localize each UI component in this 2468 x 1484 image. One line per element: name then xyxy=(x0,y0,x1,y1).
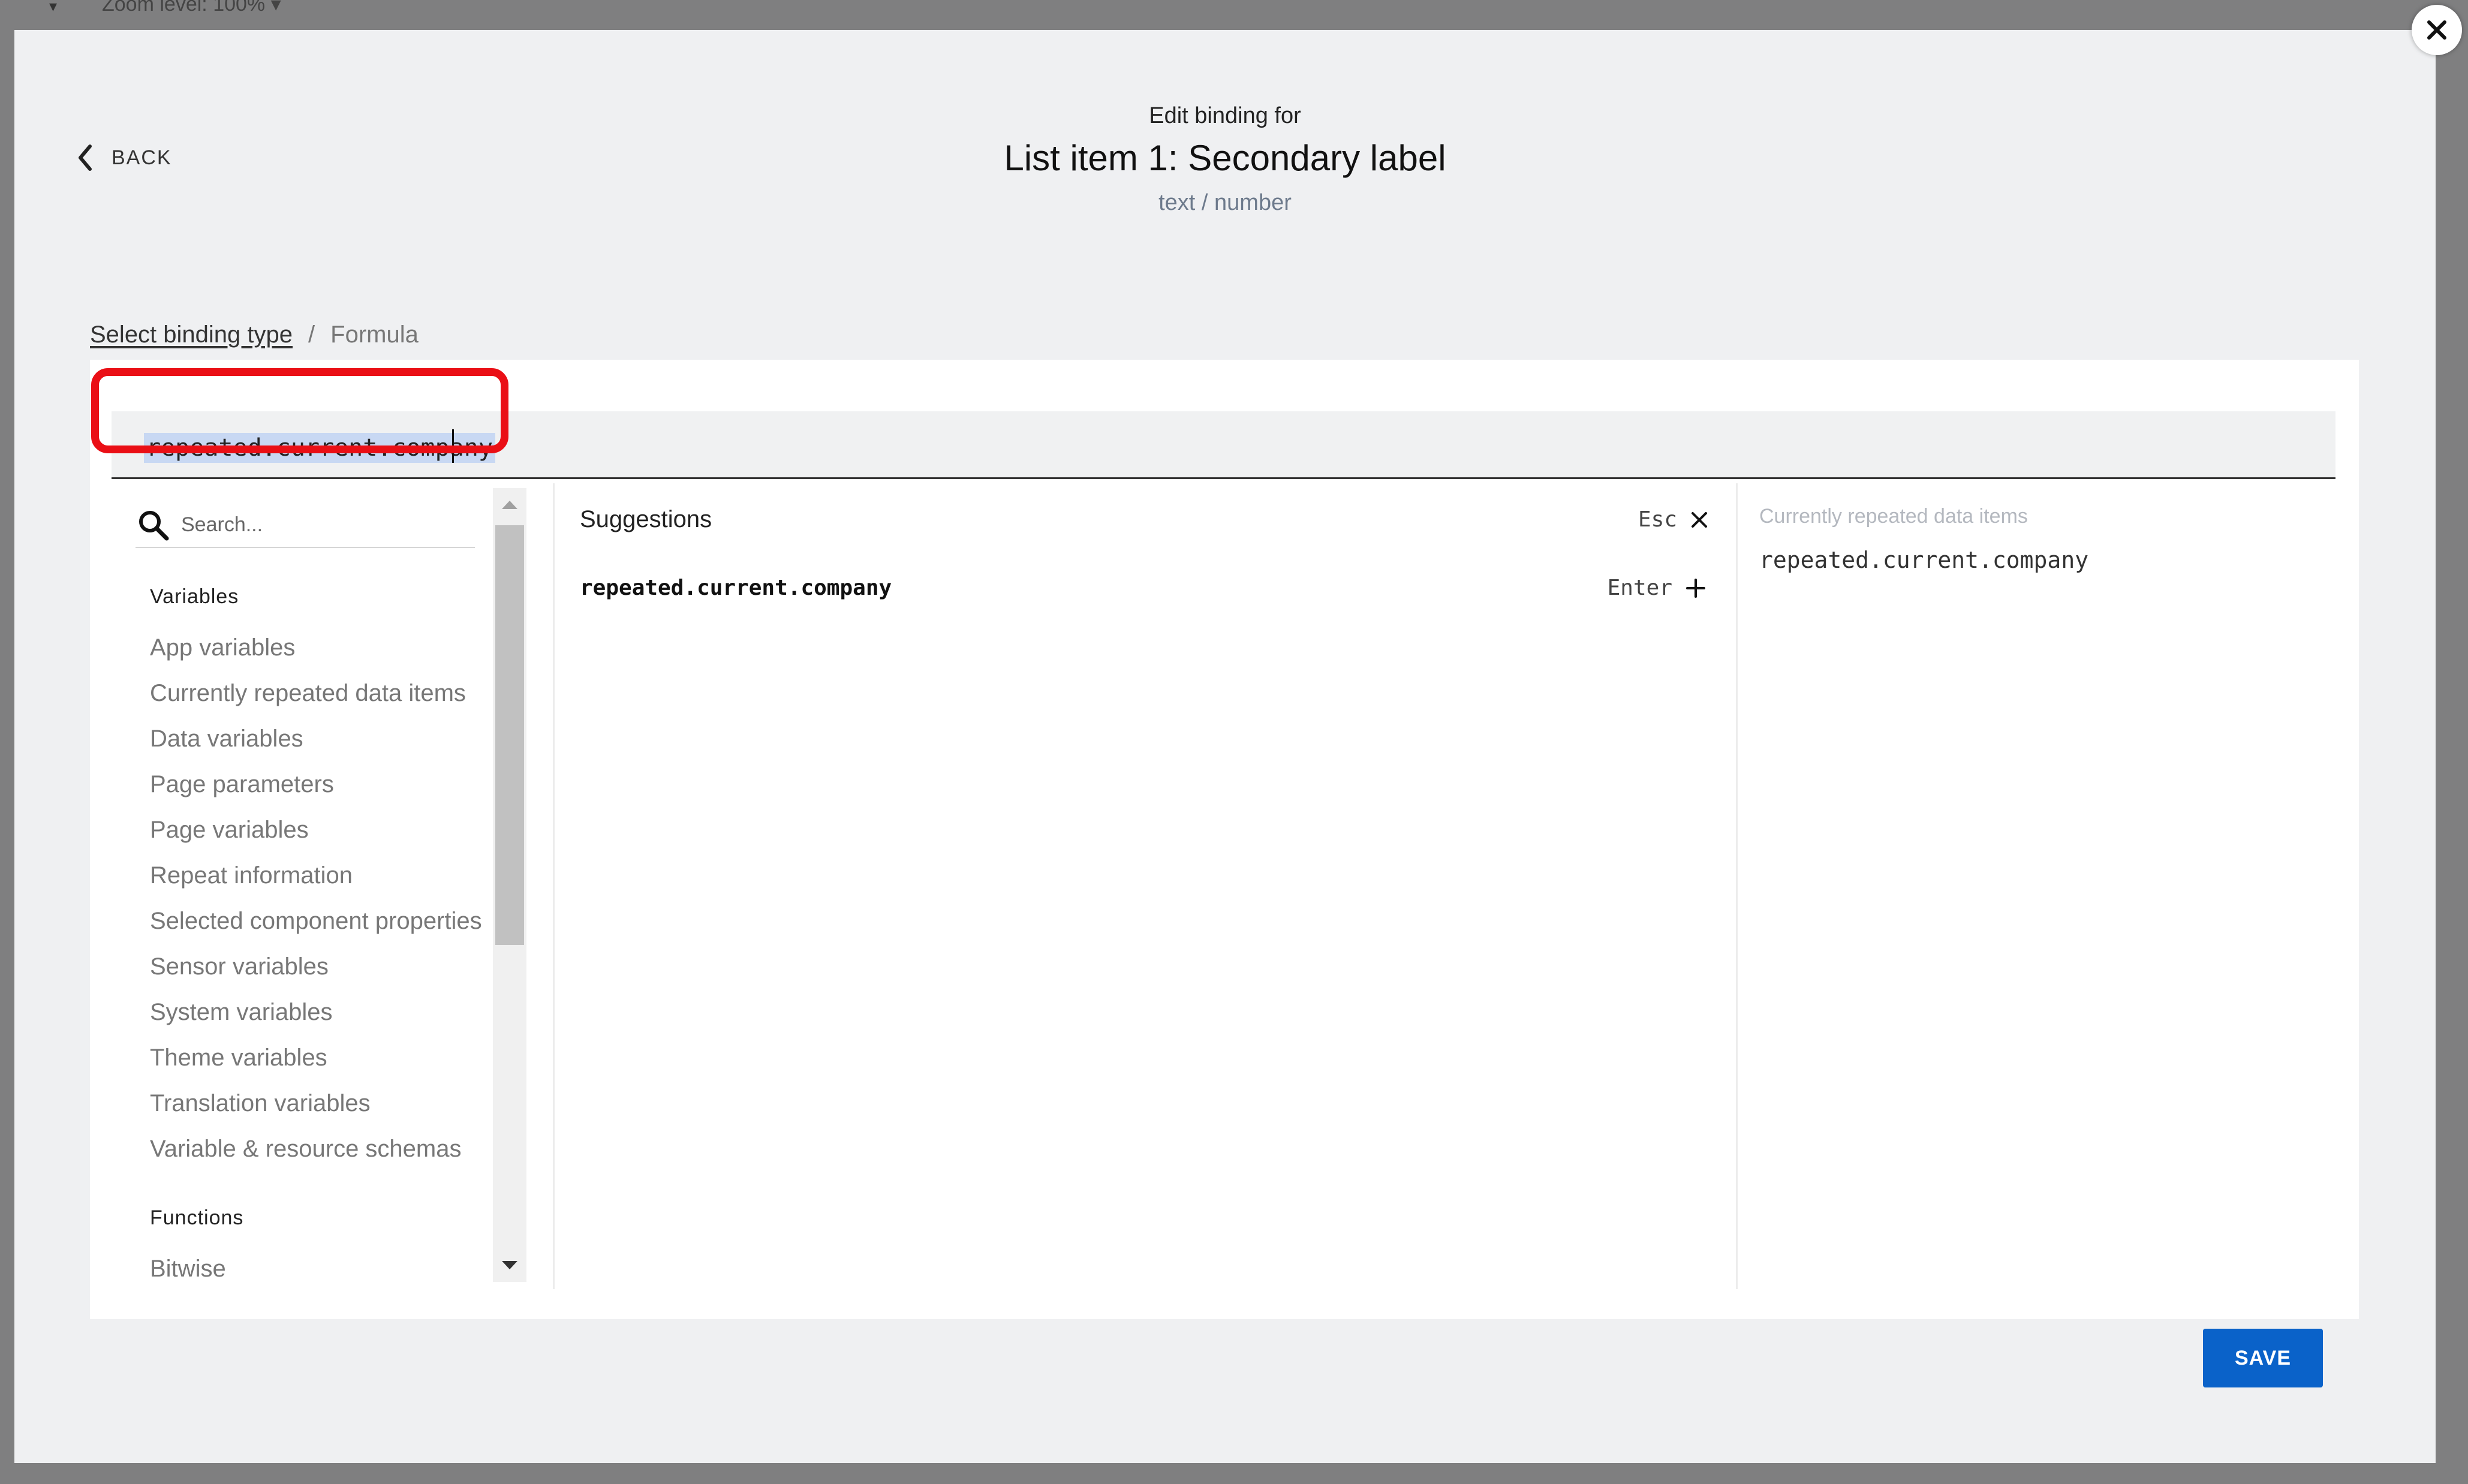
category-scrollbar[interactable] xyxy=(493,488,526,1282)
zoom-label: Zoom level: xyxy=(102,0,207,16)
breadcrumb-separator: / xyxy=(308,321,315,348)
category-item[interactable]: Selected component properties xyxy=(150,908,482,935)
category-item[interactable]: Variable & resource schemas xyxy=(150,1136,462,1163)
scroll-down-arrow-icon[interactable] xyxy=(493,1248,526,1282)
edit-binding-modal: BACK Edit binding for List item 1: Secon… xyxy=(14,30,2436,1463)
esc-key-hint: Esc xyxy=(1638,507,1677,532)
variables-heading: Variables xyxy=(150,585,239,608)
plus-icon xyxy=(1686,578,1705,598)
enter-key-hint: Enter xyxy=(1607,576,1672,600)
category-item[interactable]: Translation variables xyxy=(150,1090,371,1117)
breadcrumb: Select binding type / Formula xyxy=(90,321,419,348)
category-item[interactable]: Page variables xyxy=(150,817,309,844)
category-item[interactable]: Sensor variables xyxy=(150,953,329,980)
dismiss-suggestions-button[interactable]: Esc xyxy=(1638,507,1708,532)
category-item[interactable]: Theme variables xyxy=(150,1044,327,1071)
preview-column: Currently repeated data items repeated.c… xyxy=(1756,483,2343,1289)
suggestion-item[interactable]: repeated.current.company Enter xyxy=(580,576,1707,612)
search-input[interactable] xyxy=(180,512,470,537)
breadcrumb-current: Formula xyxy=(330,321,419,348)
preview-title: Currently repeated data items xyxy=(1759,505,2028,528)
scroll-up-arrow-icon[interactable] xyxy=(493,488,526,522)
insert-suggestion-button[interactable]: Enter xyxy=(1608,576,1706,600)
category-item[interactable]: Currently repeated data items xyxy=(150,680,466,707)
save-button[interactable]: SAVE xyxy=(2203,1329,2323,1387)
scrollbar-thumb[interactable] xyxy=(495,525,524,945)
functions-heading: Functions xyxy=(150,1206,244,1229)
modal-header: Edit binding for List item 1: Secondary … xyxy=(14,101,2436,218)
suggestions-column: Suggestions Esc repeated.current.company… xyxy=(553,483,1738,1289)
suggestions-title: Suggestions xyxy=(580,506,712,532)
category-item[interactable]: Page parameters xyxy=(150,771,334,798)
header-pretitle: Edit binding for xyxy=(1149,103,1301,128)
category-item[interactable]: App variables xyxy=(150,634,295,661)
close-icon xyxy=(1692,511,1707,528)
formula-highlight-annotation xyxy=(91,368,508,453)
search-icon xyxy=(139,511,169,541)
header-subtitle: text / number xyxy=(1158,190,1292,215)
page-title: List item 1: Secondary label xyxy=(1004,138,1446,178)
category-search[interactable] xyxy=(136,502,475,548)
zoom-caret-icon: ▾ xyxy=(270,0,281,16)
suggestion-value: repeated.current.company xyxy=(580,576,892,600)
close-modal-button[interactable] xyxy=(2412,5,2462,55)
zoom-level-control[interactable]: Zoom level: 100% ▾ xyxy=(102,0,281,14)
breadcrumb-select-binding-type[interactable]: Select binding type xyxy=(90,321,293,348)
preview-value: repeated.current.company xyxy=(1759,547,2089,573)
category-item[interactable]: System variables xyxy=(150,999,333,1026)
close-icon xyxy=(2427,20,2446,40)
background-toolbar: ▾ Zoom level: 100% ▾ xyxy=(0,0,2468,30)
category-item[interactable]: Data variables xyxy=(150,726,303,752)
category-item[interactable]: Bitwise xyxy=(150,1256,226,1283)
category-column: Variables App variables Currently repeat… xyxy=(90,480,534,1289)
category-item[interactable]: Repeat information xyxy=(150,862,353,889)
formula-editor-panel: repeated.current.company Variables App v… xyxy=(90,360,2359,1319)
dropdown-caret-icon[interactable]: ▾ xyxy=(49,0,57,14)
zoom-value: 100% xyxy=(213,0,266,16)
